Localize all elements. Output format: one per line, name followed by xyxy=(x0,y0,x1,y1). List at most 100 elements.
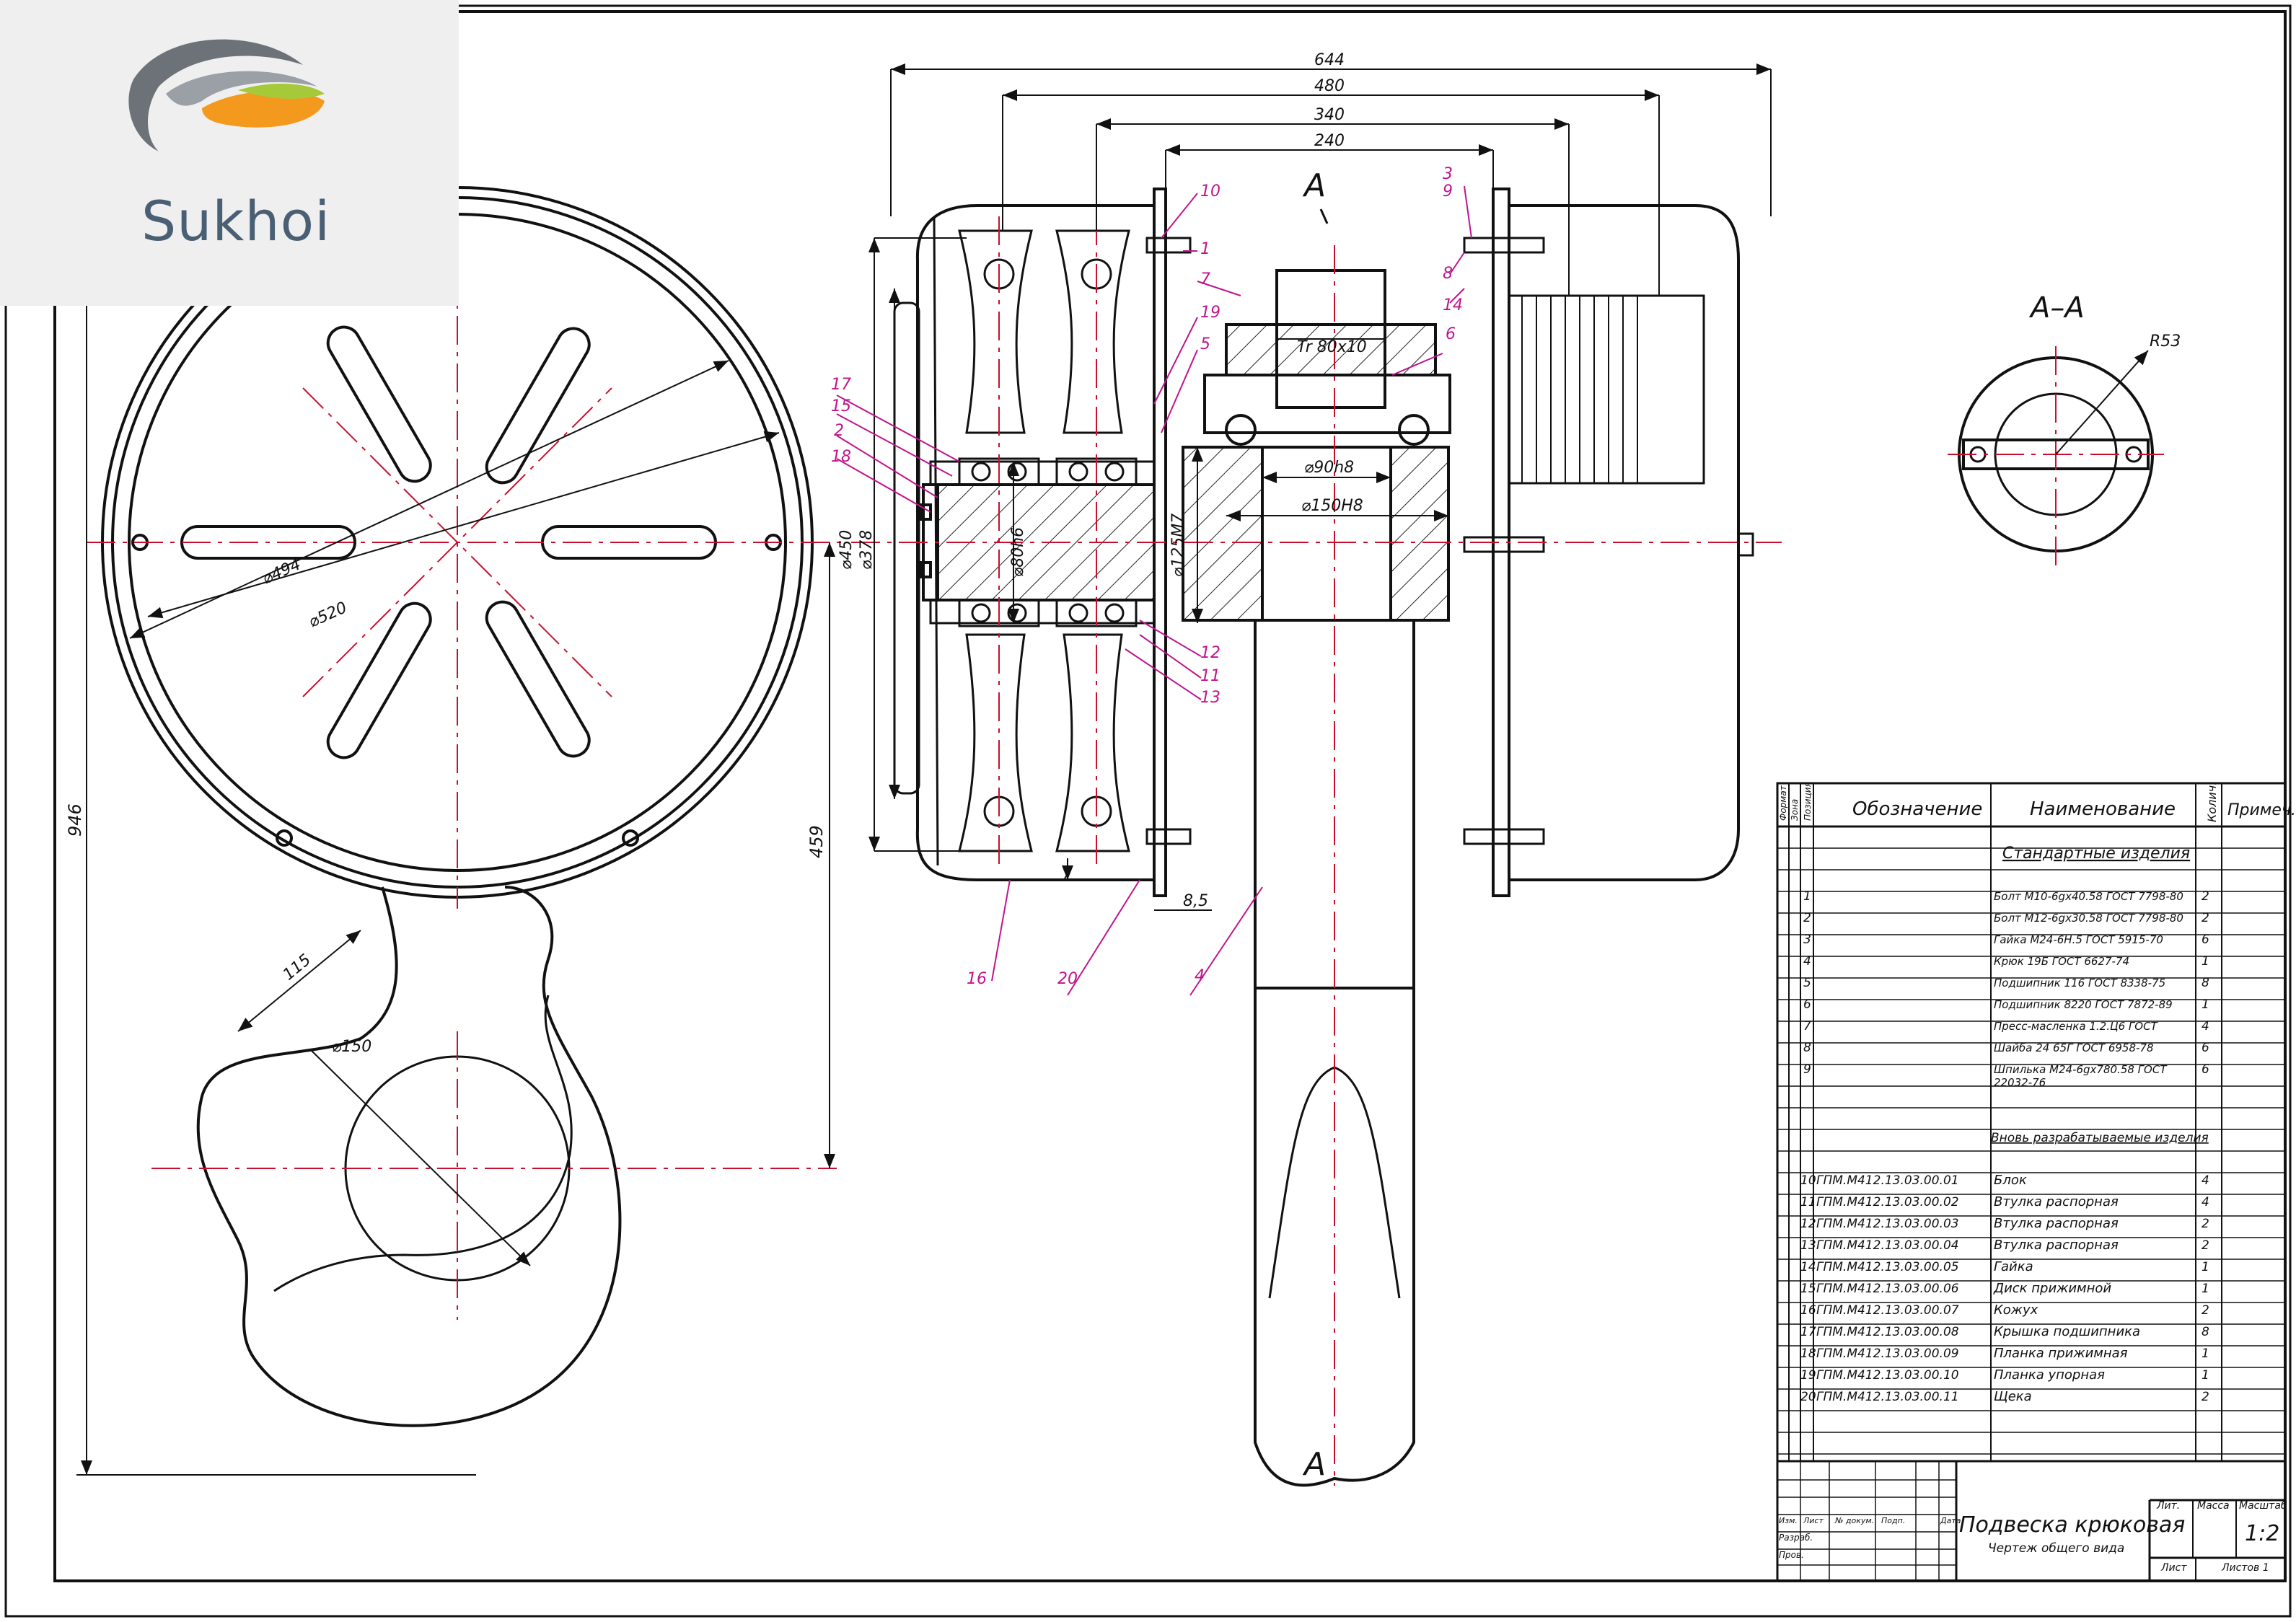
spec-row-code: ГПМ.М412.13.03.00.10 xyxy=(1816,1368,1959,1383)
dim-946: 946 xyxy=(65,803,85,837)
spec-row-name: Подшипник 116 ГОСТ 8338-75 xyxy=(1994,977,2165,989)
spec-row-qty: 2 xyxy=(2202,889,2209,904)
spec-row-qty: 6 xyxy=(2202,1041,2209,1055)
spec-row-qty: 1 xyxy=(2202,1346,2209,1361)
spec-row-qty: 4 xyxy=(2202,1019,2209,1033)
title-doc: № докум. xyxy=(1834,1516,1874,1525)
callout-10: 10 xyxy=(1200,182,1220,200)
spec-row-qty: 4 xyxy=(2202,1173,2209,1188)
title-scale-label: Масштаб xyxy=(2239,1500,2287,1512)
spec-row-code: ГПМ.М412.13.03.00.06 xyxy=(1816,1282,1959,1296)
spec-row-name: Крюк 19Б ГОСТ 6627-74 xyxy=(1994,955,2129,968)
spec-row-name: Гайка М24-6Н.5 ГОСТ 5915-70 xyxy=(1994,933,2163,946)
title-block-text: Подвеска крюковая Чертеж общего вида Лит… xyxy=(1779,1500,2287,1574)
hook-dimension-lines xyxy=(76,188,835,1476)
spec-row-qty: 1 xyxy=(2202,997,2209,1012)
dim-125M7: ⌀125M7 xyxy=(1169,514,1187,577)
spec-row-pos: 7 xyxy=(1803,1019,1811,1033)
spec-row-qty: 6 xyxy=(2202,1062,2209,1077)
spec-header-designation: Обозначение xyxy=(1852,798,1982,820)
callout-9: 9 xyxy=(1443,182,1453,200)
spec-row-name: Болт М12-6gx30.58 ГОСТ 7798-80 xyxy=(1994,912,2183,925)
spec-row-code: ГПМ.М412.13.03.00.11 xyxy=(1816,1390,1959,1404)
spec-row-pos: 14 xyxy=(1800,1260,1816,1274)
callout-20: 20 xyxy=(1057,970,1078,988)
specification-standard-rows: 1 Болт М10-6gx40.58 ГОСТ 7798-80 2 2 Болт М1… xyxy=(1803,889,2209,1089)
spec-row-qty: 2 xyxy=(2202,1217,2209,1231)
spec-row-code: ГПМ.М412.13.03.00.02 xyxy=(1816,1195,1959,1209)
spec-row-qty: 2 xyxy=(2202,1303,2209,1318)
title-list: Лист xyxy=(1803,1516,1824,1525)
spec-row-qty: 1 xyxy=(2202,954,2209,969)
callout-17: 17 xyxy=(831,376,851,394)
dim-450: ⌀450 xyxy=(837,530,855,570)
callout-7: 7 xyxy=(1200,270,1210,288)
spec-row-pos: 4 xyxy=(1803,954,1811,969)
dim-340: 340 xyxy=(1314,106,1345,124)
callout-4: 4 xyxy=(1195,967,1205,985)
spec-row-qty: 2 xyxy=(2202,1238,2209,1253)
spec-header-note: Примеч. xyxy=(2227,801,2296,819)
callout-3: 3 xyxy=(1443,165,1453,183)
spec-row-name: Гайка xyxy=(1994,1259,2033,1274)
spec-row-qty: 2 xyxy=(2202,911,2209,925)
dim-r53: R53 xyxy=(2150,332,2181,351)
section-a-a-label: А–А xyxy=(2028,291,2085,325)
spec-row-qty: 1 xyxy=(2202,1282,2209,1296)
callout-14: 14 xyxy=(1443,296,1463,314)
callout-19: 19 xyxy=(1200,304,1220,322)
callout-13: 13 xyxy=(1200,689,1220,707)
title-lit: Лит. xyxy=(2156,1500,2180,1512)
callout-11: 11 xyxy=(1200,667,1220,685)
view-a-bottom-label: А xyxy=(1302,1446,1326,1483)
spec-row-name: Пресс-масленка 1.2.Ц6 ГОСТ xyxy=(1994,1020,2159,1033)
spec-row-code: ГПМ.М412.13.03.00.04 xyxy=(1816,1238,1959,1253)
drawing-subtitle: Чертеж общего вида xyxy=(1988,1541,2124,1556)
title-sheet: Лист xyxy=(2160,1562,2187,1574)
drawing-title: Подвеска крюковая xyxy=(1959,1512,2185,1538)
spec-row-qty: 6 xyxy=(2202,933,2209,947)
title-sign: Подп. xyxy=(1881,1516,1905,1525)
spec-header-format: Формат xyxy=(1778,785,1788,821)
spec-section-new: Вновь разрабатываемые изделия xyxy=(1991,1131,2209,1145)
dim-115: 115 xyxy=(280,951,315,984)
callout-8: 8 xyxy=(1443,265,1453,283)
dim-7: 7 xyxy=(1062,866,1071,883)
title-sheets: Листов 1 xyxy=(2221,1562,2269,1574)
spec-section-standard: Стандартные изделия xyxy=(2002,845,2190,863)
spec-row-pos: 13 xyxy=(1800,1238,1816,1253)
spec-row-pos: 16 xyxy=(1800,1303,1816,1318)
dim-thread: Tr 80x10 xyxy=(1297,338,1367,356)
callout-1: 1 xyxy=(1200,240,1210,258)
dim-494: ⌀494 xyxy=(260,555,304,588)
dim-644: 644 xyxy=(1314,51,1345,69)
spec-row-code: ГПМ.М412.13.03.00.08 xyxy=(1816,1325,1959,1339)
callout-2: 2 xyxy=(834,422,844,440)
spec-row-name: Щека xyxy=(1994,1389,2032,1404)
spec-row-pos: 2 xyxy=(1803,911,1811,925)
spec-row-qty: 8 xyxy=(2202,1325,2209,1339)
dim-90h8: ⌀90h8 xyxy=(1304,459,1354,477)
spec-row-code: ГПМ.М412.13.03.00.05 xyxy=(1816,1260,1959,1274)
spec-row-pos: 10 xyxy=(1800,1173,1816,1188)
spec-row-pos: 3 xyxy=(1803,933,1811,947)
spec-row-name: Шайба 24 65Г ГОСТ 6958-78 xyxy=(1994,1041,2154,1054)
dim-150H8: ⌀150H8 xyxy=(1301,497,1363,515)
sukhoi-emblem-icon xyxy=(128,39,325,152)
sukhoi-logo: Sukhoi xyxy=(0,0,459,306)
spec-row-pos: 6 xyxy=(1803,997,1811,1012)
spec-row-name: Подшипник 8220 ГОСТ 7872-89 xyxy=(1994,998,2173,1011)
spec-header-name: Наименование xyxy=(2030,798,2176,820)
spec-header-qty: Колич. xyxy=(2205,782,2219,822)
spec-row-name: Планка упорная xyxy=(1994,1367,2105,1383)
spec-row-pos: 18 xyxy=(1800,1346,1816,1361)
view-a-label: А xyxy=(1302,167,1326,204)
pulley-block-front-view xyxy=(893,188,1754,1487)
spec-row-name: Кожух xyxy=(1994,1303,2038,1318)
callout-6: 6 xyxy=(1446,325,1456,343)
spec-row-pos: 5 xyxy=(1803,976,1811,990)
spec-row-name: Втулка распорная xyxy=(1994,1216,2119,1231)
spec-row-name: Втулка распорная xyxy=(1994,1194,2119,1209)
spec-row-pos: 20 xyxy=(1800,1390,1816,1404)
spec-row-qty: 4 xyxy=(2202,1195,2209,1209)
